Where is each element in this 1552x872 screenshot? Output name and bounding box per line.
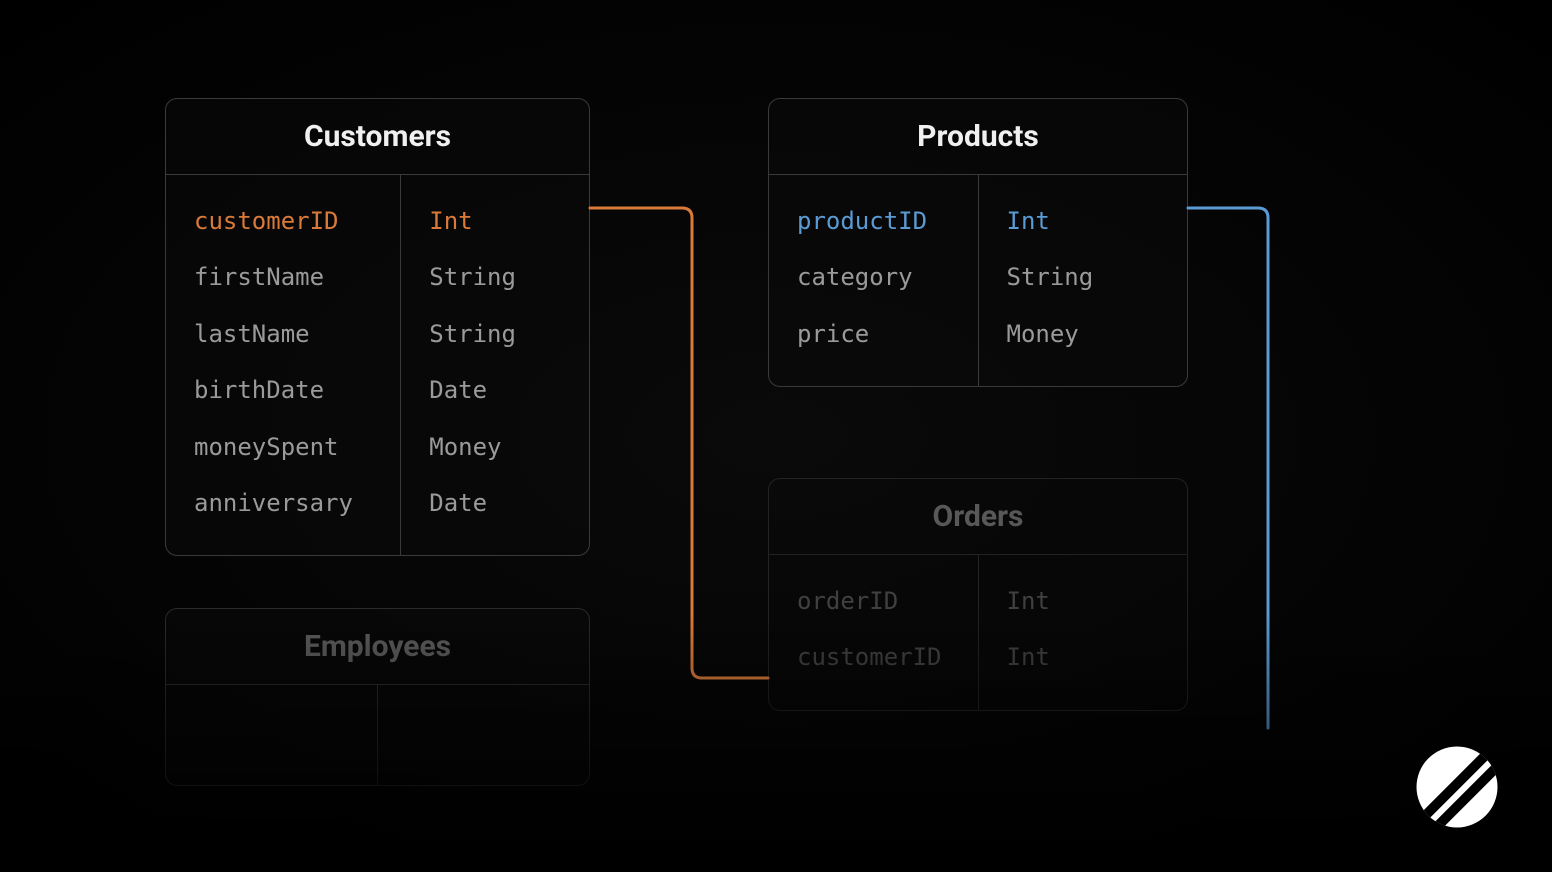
- field-name: firstName: [194, 249, 372, 305]
- table-customers-title: Customers: [166, 99, 589, 175]
- field-type: String: [429, 306, 561, 362]
- table-employees: Employees: [165, 608, 590, 786]
- field-type: Int: [1007, 629, 1160, 685]
- table-employees-title: Employees: [166, 609, 589, 685]
- field-name: price: [797, 306, 950, 362]
- field-name: orderID: [797, 573, 950, 629]
- field-name: category: [797, 249, 950, 305]
- field-type: String: [429, 249, 561, 305]
- field-type: Date: [429, 475, 561, 531]
- brand-logo-icon: [1412, 742, 1502, 832]
- table-products-title: Products: [769, 99, 1187, 175]
- field-type: Money: [429, 419, 561, 475]
- field-type: Money: [1007, 306, 1160, 362]
- field-type: String: [1007, 249, 1160, 305]
- field-type: Date: [429, 362, 561, 418]
- field-name: birthDate: [194, 362, 372, 418]
- connector-products-orders: [1188, 208, 1278, 728]
- field-type: Int: [1007, 193, 1160, 249]
- field-name: productID: [797, 193, 950, 249]
- connector-customers-orders: [590, 208, 768, 688]
- schema-diagram: Customers customerID firstName lastName …: [0, 0, 1552, 872]
- field-name: anniversary: [194, 475, 372, 531]
- table-orders: Orders orderID customerID Int Int: [768, 478, 1188, 711]
- field-name: customerID: [194, 193, 372, 249]
- field-name: moneySpent: [194, 419, 372, 475]
- table-customers: Customers customerID firstName lastName …: [165, 98, 590, 556]
- field-type: Int: [1007, 573, 1160, 629]
- table-orders-title: Orders: [769, 479, 1187, 555]
- field-name: customerID: [797, 629, 950, 685]
- field-name: lastName: [194, 306, 372, 362]
- field-type: Int: [429, 193, 561, 249]
- table-products: Products productID category price Int St…: [768, 98, 1188, 387]
